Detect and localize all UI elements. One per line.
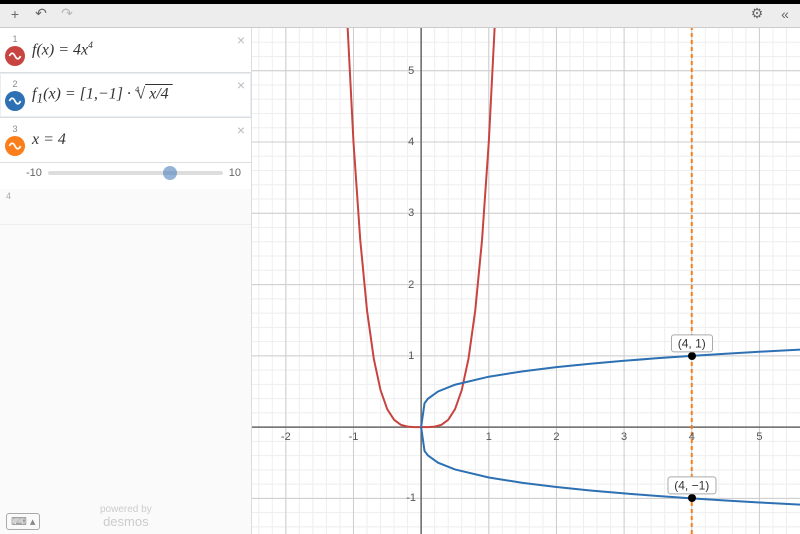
function-color-icon[interactable]	[5, 136, 25, 156]
x-tick-label: 5	[756, 431, 762, 443]
expression-row[interactable]: 2 f1(x) = [1,−1] · 4√ x/4 ×	[0, 73, 251, 118]
slider-max: 10	[229, 167, 241, 179]
branding-name: desmos	[100, 515, 152, 528]
y-tick-label: 3	[408, 207, 414, 219]
graph-area[interactable]: -2 -1 1 2 3 4 5 -1 1 2 3 4 5 (4, 1) (4, −1)	[252, 28, 800, 534]
intersection-point[interactable]	[688, 352, 696, 360]
x-tick-label: 2	[553, 431, 559, 443]
x-tick-label: 3	[621, 431, 627, 443]
x-tick-label: -1	[349, 431, 359, 443]
point-label: (4, 1)	[671, 334, 713, 352]
delete-expression-button[interactable]: ×	[237, 32, 245, 48]
point-label: (4, −1)	[667, 477, 716, 495]
collapse-sidebar-button[interactable]: «	[776, 5, 794, 23]
expression-list: 1 f(x) = 4x4 × 2 f1(x) = [1,−1] · 4√ x/4…	[0, 28, 252, 534]
expression-row[interactable]: 1 f(x) = 4x4 ×	[0, 28, 251, 73]
x-tick-label: 1	[486, 431, 492, 443]
expression-formula[interactable]: x = 4	[26, 131, 247, 149]
x-tick-label: 4	[689, 431, 695, 443]
expression-formula[interactable]: f(x) = 4x4	[26, 40, 247, 59]
undo-button[interactable]: ↶	[32, 5, 50, 23]
branding: powered by desmos	[100, 505, 152, 528]
y-tick-label: 1	[408, 350, 414, 362]
y-tick-label: 4	[408, 136, 414, 148]
y-tick-label: 5	[408, 65, 414, 77]
delete-expression-button[interactable]: ×	[237, 77, 245, 93]
keyboard-toggle[interactable]: ⌨ ▴	[6, 513, 40, 530]
intersection-point[interactable]	[688, 494, 696, 502]
y-tick-label: 2	[408, 279, 414, 291]
empty-expression-row[interactable]: 4	[0, 189, 251, 225]
function-color-icon[interactable]	[5, 91, 25, 111]
slider-thumb[interactable]	[163, 166, 177, 180]
expression-index: 3	[4, 124, 26, 134]
expression-formula[interactable]: f1(x) = [1,−1] · 4√ x/4	[26, 84, 247, 107]
add-expression-button[interactable]: +	[6, 5, 24, 23]
x-tick-label: -2	[281, 431, 291, 443]
expression-row[interactable]: 3 x = 4 ×	[0, 118, 251, 163]
expression-index: 1	[4, 34, 26, 44]
slider[interactable]	[48, 171, 223, 175]
toolbar: + ↶ ↷ ⚙ «	[0, 0, 800, 28]
redo-button[interactable]: ↷	[58, 5, 76, 23]
delete-expression-button[interactable]: ×	[237, 122, 245, 138]
slider-row: -10 10	[0, 163, 251, 189]
y-tick-label: -1	[406, 492, 416, 504]
function-color-icon[interactable]	[5, 46, 25, 66]
slider-min: -10	[26, 167, 42, 179]
settings-button[interactable]: ⚙	[748, 5, 766, 23]
keyboard-icon: ⌨ ▴	[6, 513, 40, 530]
expression-index: 2	[4, 79, 26, 89]
